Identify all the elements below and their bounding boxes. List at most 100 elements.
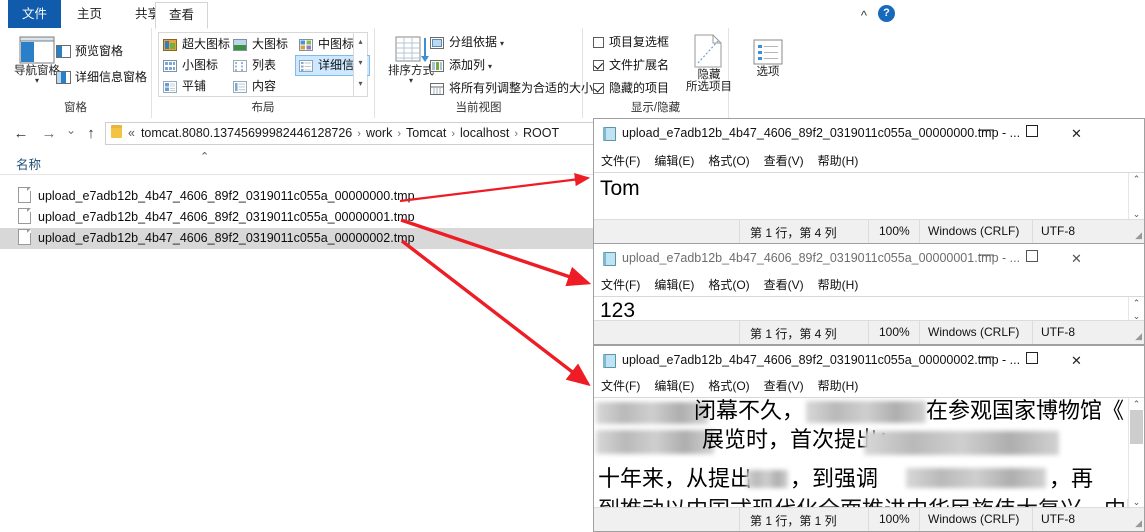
chevron-up-icon[interactable]: ^ (861, 8, 867, 23)
menu-bar: 文件(F) 编辑(E) 格式(O) 查看(V) 帮助(H) (594, 273, 1144, 296)
layout-small-icons[interactable]: 小图标 (163, 56, 218, 75)
close-button[interactable]: ✕ (1054, 346, 1099, 376)
file-extensions-option[interactable]: 文件扩展名 (593, 56, 669, 75)
help-icon[interactable]: ? (878, 5, 895, 22)
layout-large-icons[interactable]: 大图标 (233, 35, 288, 54)
layout-tiles[interactable]: 平铺 (163, 77, 206, 96)
breadcrumb-crumb-3[interactable]: localhost (460, 126, 509, 140)
window-title: upload_e7adb12b_4b47_4606_89f2_0319011c0… (622, 251, 1021, 265)
menu-file[interactable]: 文件(F) (594, 149, 647, 169)
minimize-button[interactable]: — (964, 244, 1009, 274)
forward-button[interactable]: → (40, 125, 58, 142)
menu-view[interactable]: 查看(V) (757, 374, 811, 394)
menu-bar: 文件(F) 编辑(E) 格式(O) 查看(V) 帮助(H) (594, 374, 1144, 397)
title-bar[interactable]: upload_e7adb12b_4b47_4606_89f2_0319011c0… (594, 119, 1144, 149)
checkbox-checked-icon[interactable] (593, 60, 604, 71)
window-title: upload_e7adb12b_4b47_4606_89f2_0319011c0… (622, 126, 1021, 140)
breadcrumb-crumb-0[interactable]: tomcat.8080.13745699982446128726 (141, 126, 352, 140)
breadcrumb-crumb-2[interactable]: Tomcat (406, 126, 446, 140)
breadcrumb-crumb-4[interactable]: ROOT (523, 126, 559, 140)
status-bar: 第 1 行，第 1 列 100% Windows (CRLF) UTF-8 ◢ (594, 507, 1144, 531)
close-button[interactable]: ✕ (1054, 244, 1099, 274)
checkbox-unchecked-icon[interactable] (593, 37, 604, 48)
menu-format[interactable]: 格式(O) (701, 149, 756, 169)
tab-home[interactable]: 主页 (64, 2, 115, 27)
group-by-button[interactable]: 分组依据 ▾ (430, 33, 504, 52)
layout-label: 列表 (252, 58, 277, 72)
gallery-scroll-up[interactable]: ▴ (354, 33, 367, 54)
layout-gallery[interactable]: 超大图标 大图标 中图标 小图标 列表 详细信息 平铺 内容 ▴ ▾ ▾ (158, 32, 371, 97)
size-all-columns-button[interactable]: 将所有列调整为合适的大小 (430, 79, 593, 98)
close-button[interactable]: ✕ (1054, 119, 1099, 149)
menu-bar: 文件(F) 编辑(E) 格式(O) 查看(V) 帮助(H) (594, 149, 1144, 172)
menu-view[interactable]: 查看(V) (757, 273, 811, 293)
menu-edit[interactable]: 编辑(E) (647, 273, 701, 293)
menu-edit[interactable]: 编辑(E) (647, 149, 701, 169)
minimize-button[interactable]: — (964, 346, 1009, 376)
layout-gallery-scrollbar[interactable]: ▴ ▾ ▾ (353, 33, 367, 96)
menu-format[interactable]: 格式(O) (701, 374, 756, 394)
back-button[interactable]: ← (12, 125, 30, 142)
notepad-window-1[interactable]: upload_e7adb12b_4b47_4606_89f2_0319011c0… (593, 118, 1145, 244)
item-checkboxes-option[interactable]: 项目复选框 (593, 33, 669, 52)
layout-list[interactable]: 列表 (233, 56, 276, 75)
chevron-down-icon[interactable]: ▾ (488, 62, 492, 71)
layout-extra-large-icons[interactable]: 超大图标 (163, 35, 230, 54)
notepad-window-2[interactable]: upload_e7adb12b_4b47_4606_89f2_0319011c0… (593, 243, 1145, 345)
recent-locations-button[interactable]: ⌄ (62, 123, 80, 137)
extra-large-icons-icon (163, 38, 178, 52)
gallery-scroll-down[interactable]: ▾ (354, 54, 367, 75)
tab-view[interactable]: 查看 (155, 2, 209, 29)
layout-content[interactable]: 内容 (233, 77, 276, 96)
resize-grip[interactable]: ◢ (1135, 331, 1142, 342)
hidden-items-option[interactable]: 隐藏的项目 (593, 79, 669, 98)
chevron-down-icon[interactable]: ▾ (500, 39, 504, 48)
options-button[interactable]: 选项 (737, 38, 799, 78)
menu-help[interactable]: 帮助(H) (811, 374, 866, 394)
details-pane-button[interactable]: 详细信息窗格 (56, 68, 147, 87)
layout-label: 平铺 (182, 79, 207, 93)
vertical-scrollbar[interactable]: ⌃ ⌄ (1128, 398, 1144, 509)
notepad-icon (603, 252, 616, 266)
add-columns-button[interactable]: 添加列 ▾ (430, 56, 492, 75)
text-area[interactable]: 123 ⌃ ⌄ (594, 296, 1144, 323)
scroll-up-icon[interactable]: ⌃ (1129, 174, 1144, 185)
breadcrumb-crumb-1[interactable]: work (366, 126, 392, 140)
maximize-button[interactable] (1009, 119, 1054, 149)
gallery-expand[interactable]: ▾ (354, 75, 367, 96)
scrollbar-thumb[interactable] (1130, 410, 1143, 444)
layout-medium-icons[interactable]: 中图标 (299, 35, 354, 54)
encoding: UTF-8 (1041, 224, 1075, 238)
navigation-pane-icon (19, 36, 55, 64)
minimize-button[interactable]: — (964, 119, 1009, 149)
up-button[interactable]: ↑ (82, 125, 100, 142)
menu-edit[interactable]: 编辑(E) (647, 374, 701, 394)
hide-selected-items-icon (694, 34, 722, 68)
layout-label: 超大图标 (182, 37, 231, 51)
resize-grip[interactable]: ◢ (1135, 518, 1142, 529)
tab-file[interactable]: 文件 (8, 0, 62, 28)
menu-help[interactable]: 帮助(H) (811, 273, 866, 293)
column-header-name[interactable]: 名称 (16, 154, 41, 173)
file-name: upload_e7adb12b_4b47_4606_89f2_0319011c0… (38, 231, 415, 245)
resize-grip[interactable]: ◢ (1135, 230, 1142, 241)
breadcrumb-overflow[interactable]: « (128, 126, 135, 140)
encoding: UTF-8 (1041, 325, 1075, 339)
notepad-window-3[interactable]: upload_e7adb12b_4b47_4606_89f2_0319011c0… (593, 345, 1145, 532)
menu-help[interactable]: 帮助(H) (811, 149, 866, 169)
maximize-button[interactable] (1009, 346, 1054, 376)
menu-format[interactable]: 格式(O) (701, 273, 756, 293)
text-area[interactable]: 闭幕不久， 在参观国家博物馆《 展览时，首次提出： 十年来，从提出 ，到强调 ，… (594, 397, 1144, 509)
menu-view[interactable]: 查看(V) (757, 149, 811, 169)
text-area[interactable]: Tom ⌃ ⌄ (594, 172, 1144, 221)
vertical-scrollbar[interactable]: ⌃ ⌄ (1128, 173, 1144, 221)
scroll-up-icon[interactable]: ⌃ (1129, 399, 1144, 410)
menu-file[interactable]: 文件(F) (594, 374, 647, 394)
menu-file[interactable]: 文件(F) (594, 273, 647, 293)
preview-pane-button[interactable]: 预览窗格 (56, 42, 123, 61)
title-bar[interactable]: upload_e7adb12b_4b47_4606_89f2_0319011c0… (594, 244, 1144, 274)
maximize-button[interactable] (1009, 244, 1054, 274)
checkbox-checked-icon[interactable] (593, 83, 604, 94)
scroll-up-icon[interactable]: ⌃ (1129, 298, 1144, 309)
title-bar[interactable]: upload_e7adb12b_4b47_4606_89f2_0319011c0… (594, 346, 1144, 376)
